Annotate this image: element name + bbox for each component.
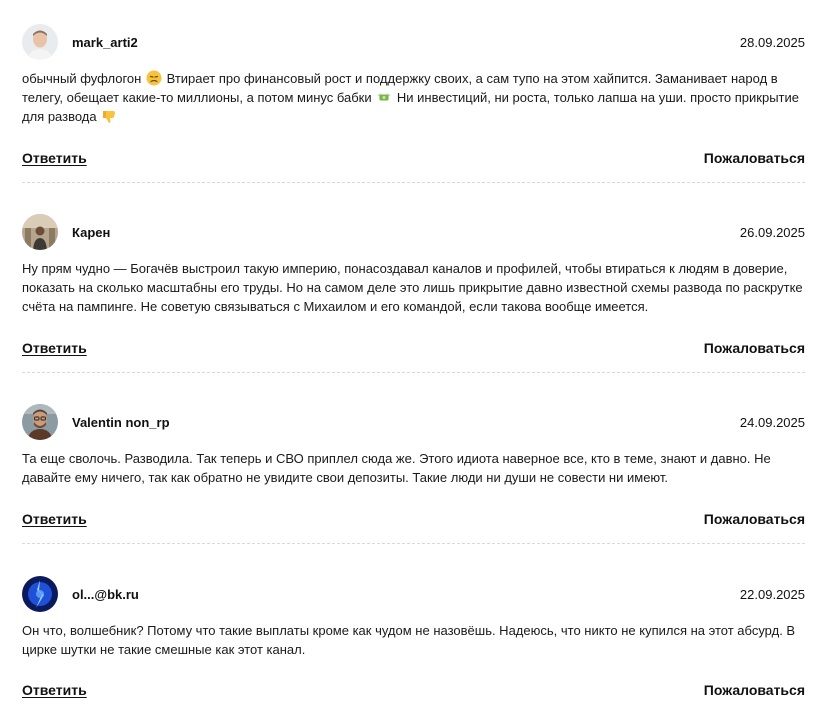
comment-header: mark_arti2 28.09.2025 bbox=[22, 24, 805, 64]
comment-text-part: обычный фуфлогон bbox=[22, 71, 142, 86]
avatar bbox=[22, 24, 58, 60]
comment-date: 22.09.2025 bbox=[739, 587, 805, 602]
comment-actions: Ответить Пожаловаться bbox=[22, 511, 805, 531]
complain-button[interactable]: Пожаловаться bbox=[704, 682, 805, 698]
comment-text: Ну прям чудно — Богачёв выстроил такую и… bbox=[22, 261, 803, 314]
comment-item: ol...@bk.ru 22.09.2025 Он что, волшебник… bbox=[22, 576, 805, 659]
comment-date: 26.09.2025 bbox=[739, 225, 805, 240]
comment-divider bbox=[22, 543, 805, 544]
comment-actions: Ответить Пожаловаться bbox=[22, 682, 805, 702]
comment-date: 24.09.2025 bbox=[739, 415, 805, 430]
comment-item: Valentin non_rp 24.09.2025 Та еще сволоч… bbox=[22, 404, 805, 487]
thumbs-down-icon bbox=[103, 111, 116, 123]
comment-text: Он что, волшебник? Потому что такие выпл… bbox=[22, 623, 796, 657]
author-name[interactable]: Valentin non_rp bbox=[72, 415, 170, 430]
comment-text: Та еще сволочь. Разводила. Так теперь и … bbox=[22, 451, 771, 485]
comment-header: ol...@bk.ru 22.09.2025 bbox=[22, 576, 805, 616]
avatar bbox=[22, 576, 58, 612]
comment-header: Valentin non_rp 24.09.2025 bbox=[22, 404, 805, 444]
avatar bbox=[22, 404, 58, 440]
complain-button[interactable]: Пожаловаться bbox=[704, 511, 805, 527]
reply-link[interactable]: Ответить bbox=[22, 340, 87, 356]
complain-button[interactable]: Пожаловаться bbox=[704, 150, 805, 166]
disappointed-face-icon bbox=[146, 70, 162, 86]
complain-button[interactable]: Пожаловаться bbox=[704, 340, 805, 356]
author-name[interactable]: ol...@bk.ru bbox=[72, 587, 139, 602]
comment-text: обычный фуфлогон Втирает про финансовый … bbox=[22, 69, 805, 126]
comment-header: Карен 26.09.2025 bbox=[22, 214, 805, 254]
reply-link[interactable]: Ответить bbox=[22, 682, 87, 698]
reply-link[interactable]: Ответить bbox=[22, 511, 87, 527]
author-name[interactable]: mark_arti2 bbox=[72, 35, 138, 50]
comment-actions: Ответить Пожаловаться bbox=[22, 150, 805, 170]
comment-divider bbox=[22, 372, 805, 373]
author-name[interactable]: Карен bbox=[72, 225, 110, 240]
comment-item: mark_arti2 28.09.2025 обычный фуфлогон В… bbox=[22, 24, 805, 126]
comment-divider bbox=[22, 182, 805, 183]
comment-date: 28.09.2025 bbox=[739, 35, 805, 50]
reply-link[interactable]: Ответить bbox=[22, 150, 87, 166]
comment-item: Карен 26.09.2025 Ну прям чудно — Богачёв… bbox=[22, 214, 805, 316]
comment-actions: Ответить Пожаловаться bbox=[22, 340, 805, 360]
avatar bbox=[22, 214, 58, 250]
money-with-wings-icon bbox=[377, 93, 392, 101]
comments-list: mark_arti2 28.09.2025 обычный фуфлогон В… bbox=[0, 0, 822, 708]
